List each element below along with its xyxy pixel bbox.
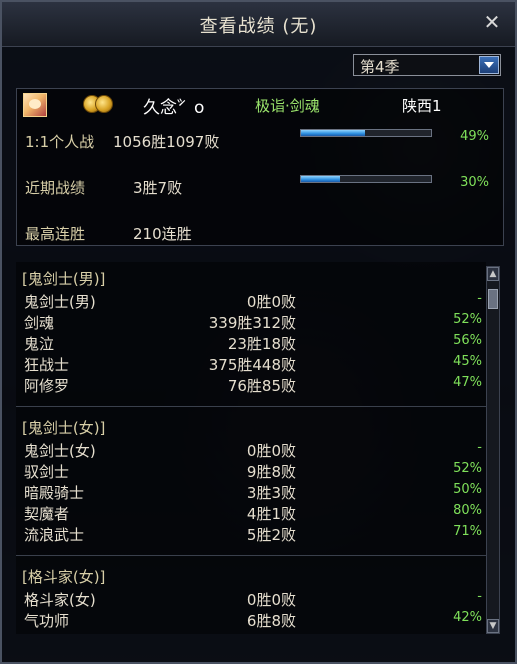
group-divider: [16, 406, 486, 407]
player-name: 久念́゛o: [143, 98, 205, 118]
job-name: 暗殿骑士: [24, 484, 85, 502]
job-winrate: 47%: [453, 375, 482, 390]
winrate-bar-recent: [300, 175, 432, 183]
player-summary-panel: 久念́゛o 极诣·剑魂 陕西1 1:1个人战 1056胜1097败 49% 近期…: [16, 88, 504, 246]
list-scrollbar[interactable]: ▲ ▼: [486, 266, 500, 634]
job-winrate: -: [477, 291, 482, 306]
job-winrate: -: [477, 589, 482, 604]
group-header: [格斗家(女)]: [22, 568, 106, 586]
stat-label-recent: 近期战绩: [25, 179, 86, 197]
job-winrate: 80%: [453, 503, 482, 518]
group-header: [鬼剑士(男)]: [22, 270, 106, 288]
job-name: 鬼剑士(男): [24, 293, 96, 311]
stat-value-recent: 3胜7败: [133, 179, 183, 197]
list-item: 鬼剑士(男) 0胜0败 -: [16, 291, 486, 311]
job-record: 0胜0败: [246, 591, 296, 609]
winrate-bar-1v1: [300, 129, 432, 137]
player-job: 极诣·剑魂: [255, 97, 320, 115]
job-winrate: 71%: [453, 524, 482, 539]
job-name: 剑魂: [24, 314, 55, 332]
avatar: [23, 93, 47, 117]
list-item: 阿修罗 76胜85败 47%: [16, 375, 486, 395]
job-record: 4胜1败: [246, 505, 296, 523]
job-name: 契魔者: [24, 505, 70, 523]
job-winrate: 42%: [453, 610, 482, 625]
list-item: 剑魂 339胜312败 52%: [16, 312, 486, 332]
player-server: 陕西1: [402, 97, 442, 115]
list-item: 驭剑士 9胜8败 52%: [16, 461, 486, 481]
job-name: 格斗家(女): [24, 591, 96, 609]
winrate-bar-fill: [301, 176, 340, 182]
list-item: 狂战士 375胜448败 45%: [16, 354, 486, 374]
chevron-up-icon[interactable]: ▲: [487, 267, 499, 281]
coin-icon-2: [95, 95, 113, 113]
job-name: 流浪武士: [24, 526, 85, 544]
list-item: 暗殿骑士 3胜3败 50%: [16, 482, 486, 502]
job-record: 76胜85败: [227, 377, 296, 395]
job-record: 9胜8败: [246, 463, 296, 481]
job-winrate: 52%: [453, 312, 482, 327]
season-dropdown[interactable]: 第4季: [353, 54, 501, 76]
job-winrate: 45%: [453, 354, 482, 369]
winrate-bar-fill: [301, 130, 365, 136]
job-name: 气功师: [24, 612, 70, 630]
battle-record-window: 查看战绩 (无) ✕ 第4季 久念́゛o 极诣·剑魂 陕西1 1:1个人战 10…: [0, 0, 517, 664]
winrate-percent-1v1: 49%: [460, 129, 489, 144]
close-icon[interactable]: ✕: [481, 11, 503, 33]
job-winrate: 56%: [453, 333, 482, 348]
stat-label-1v1: 1:1个人战: [25, 133, 95, 151]
window-title: 查看战绩 (无): [199, 16, 318, 37]
job-record: 375胜448败: [208, 356, 296, 374]
winrate-percent-recent: 30%: [460, 175, 489, 190]
list-item: 流浪武士 5胜2败 71%: [16, 524, 486, 544]
job-record: 6胜8败: [246, 612, 296, 630]
group-header: [鬼剑士(女)]: [22, 419, 106, 437]
list-item: 气功师 6胜8败 42%: [16, 610, 486, 630]
list-item: 鬼剑士(女) 0胜0败 -: [16, 440, 486, 460]
coin-icon: [83, 95, 119, 115]
job-winrate: 52%: [453, 461, 482, 476]
group-divider: [16, 555, 486, 556]
job-name: 鬼剑士(女): [24, 442, 96, 460]
job-name: 阿修罗: [24, 377, 70, 395]
job-record: 0胜0败: [246, 442, 296, 460]
list-item: 契魔者 4胜1败 80%: [16, 503, 486, 523]
list-item: 鬼泣 23胜18败 56%: [16, 333, 486, 353]
window-titlebar[interactable]: 查看战绩 (无) ✕: [2, 2, 515, 47]
job-name: 驭剑士: [24, 463, 70, 481]
stat-value-streak: 210连胜: [133, 225, 192, 243]
list-item: 格斗家(女) 0胜0败 -: [16, 589, 486, 609]
job-name: 狂战士: [24, 356, 70, 374]
stat-label-streak: 最高连胜: [25, 225, 86, 243]
season-selected-value: 第4季: [360, 58, 400, 76]
job-name: 鬼泣: [24, 335, 55, 353]
job-record: 3胜3败: [246, 484, 296, 502]
job-record: 0胜0败: [246, 293, 296, 311]
job-record: 339胜312败: [208, 314, 296, 332]
job-winrate: 50%: [453, 482, 482, 497]
job-record: 5胜2败: [246, 526, 296, 544]
chevron-down-icon[interactable]: [479, 56, 499, 74]
scrollbar-thumb[interactable]: [488, 289, 498, 309]
job-record: 23胜18败: [227, 335, 296, 353]
job-winrate: -: [477, 440, 482, 455]
stat-value-1v1: 1056胜1097败: [113, 133, 220, 151]
chevron-down-icon[interactable]: ▼: [487, 619, 499, 633]
job-record-list[interactable]: [鬼剑士(男)] 鬼剑士(男) 0胜0败 - 剑魂 339胜312败 52% 鬼…: [16, 262, 486, 634]
